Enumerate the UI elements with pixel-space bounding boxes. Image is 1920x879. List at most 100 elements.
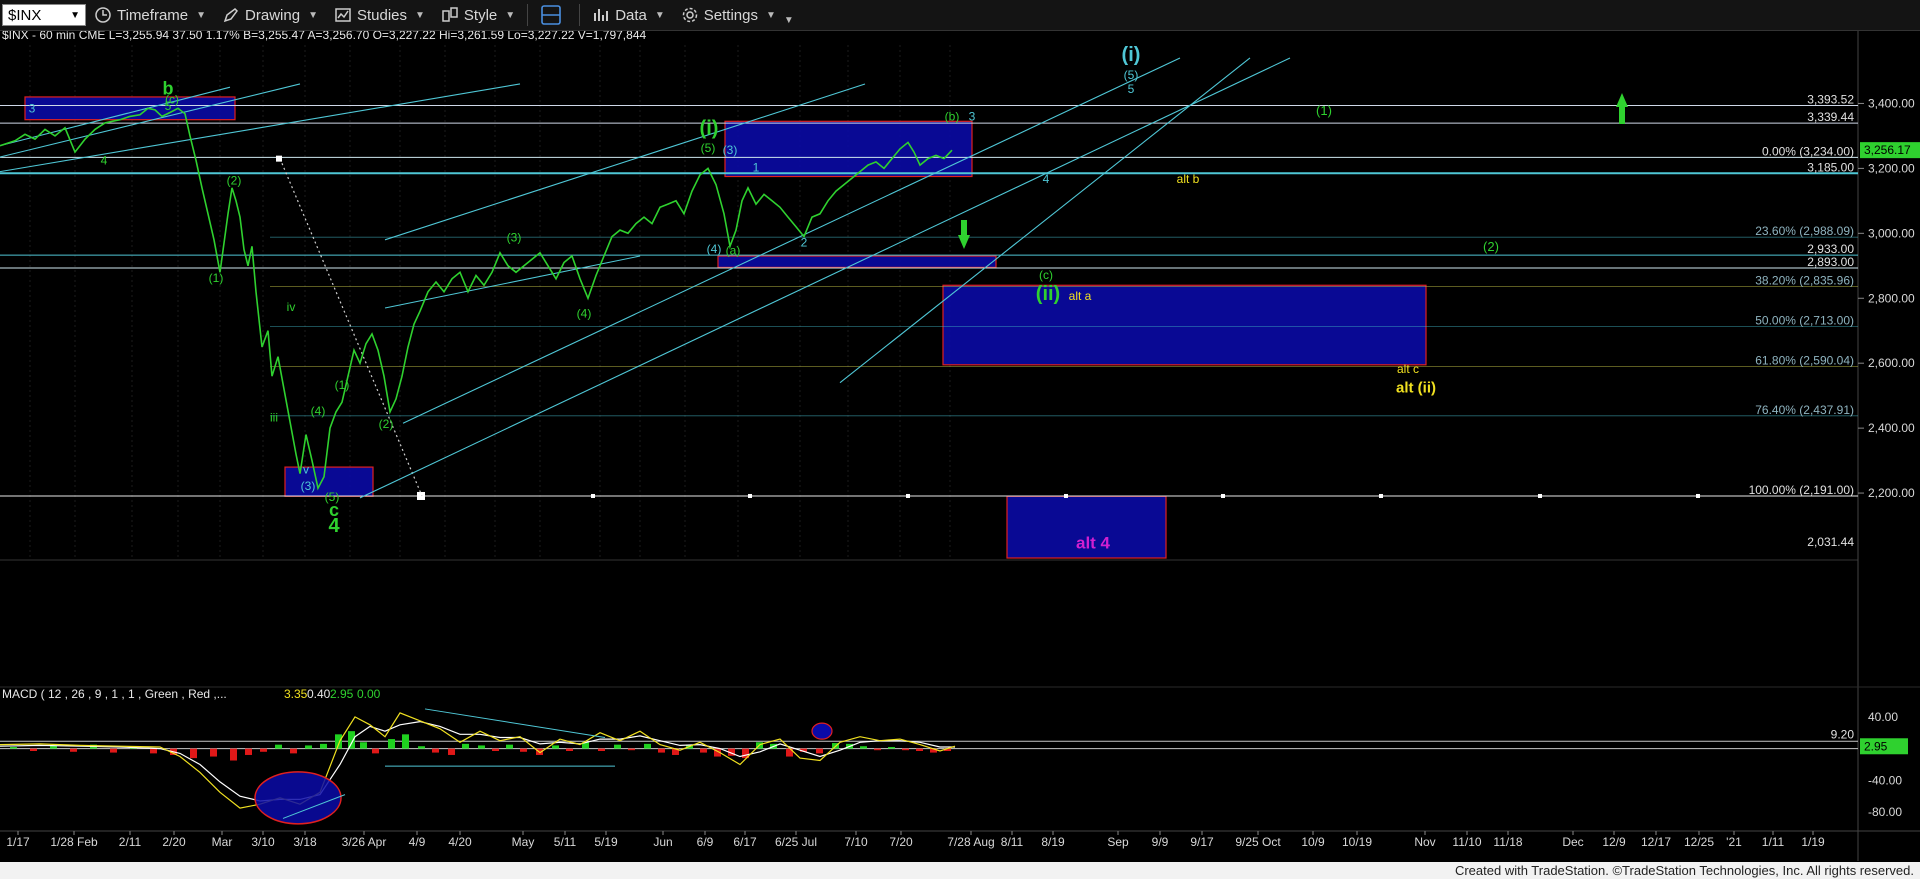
macd-hist-bar (432, 748, 439, 753)
x-tick-label: 12/25 (1684, 835, 1714, 849)
x-tick-label: 12/17 (1641, 835, 1671, 849)
wave-label: (2) (379, 417, 394, 431)
x-tick-label: 11/10 (1452, 835, 1481, 849)
wave-label: v (303, 463, 309, 477)
x-tick-label: 9/17 (1190, 835, 1214, 849)
macd-header: MACD ( 12 , 26 , 9 , 1 , 1 , Green , Red… (2, 687, 227, 701)
macd-hist-bar (700, 748, 707, 753)
timeframe-menu[interactable]: Timeframe ▼ (86, 1, 214, 29)
x-tick-label: 5/11 (554, 835, 577, 849)
level-label: 38.20% (2,835.96) (1755, 274, 1854, 288)
wave-label: alt (ii) (1396, 379, 1436, 396)
x-tick-label: 12/9 (1602, 835, 1626, 849)
x-tick-label: 11/18 (1493, 835, 1522, 849)
macd-hist-bar (888, 747, 895, 749)
caret-icon: ▼ (196, 9, 207, 21)
wave-label: alt 4 (1076, 533, 1111, 552)
settings-label: Settings (703, 6, 758, 24)
studies-label: Studies (356, 6, 408, 24)
level-label: 50.00% (2,713.00) (1755, 314, 1854, 328)
x-tick-label: 3/18 (293, 835, 317, 849)
x-tick-label: Sep (1107, 835, 1129, 849)
macd-hist-bar (916, 748, 923, 751)
level-dot (591, 493, 595, 498)
macd-hist-bar (230, 748, 237, 761)
macd-hist-bar (628, 748, 635, 751)
wave-label: (3) (723, 143, 738, 157)
x-tick-label: 1/11 (1762, 835, 1785, 849)
wave-label: 3 (29, 102, 36, 116)
wave-label: (5) (701, 141, 716, 155)
price-header: $INX - 60 min CME L=3,255.94 37.50 1.17%… (2, 31, 646, 42)
axis-tick-label: 3,000.00 (1868, 226, 1915, 240)
macd-hist-bar (320, 743, 327, 749)
level-dot (1221, 493, 1225, 498)
x-tick-label: 6/17 (733, 835, 757, 849)
macd-hist-bar (360, 742, 367, 749)
macd-hist-bar (598, 748, 605, 751)
level-dot (1064, 493, 1068, 498)
macd-value-1: 3.35 (284, 687, 308, 701)
wave-label: (1) (1316, 103, 1332, 118)
wave-label: (4) (577, 307, 592, 321)
trendline-anchor (276, 155, 282, 162)
macd-value-2: 0.40 (307, 687, 331, 701)
x-tick-label: 1/17 (6, 835, 30, 849)
level-label: 0.00% (3,234.00) (1762, 144, 1854, 158)
drawing-label: Drawing (245, 6, 301, 24)
wave-label: (i) (1122, 44, 1141, 66)
more-caret-icon[interactable]: ▼ (784, 15, 794, 26)
layout-icon (541, 5, 561, 25)
chart-area: 3,393.52 3,339.44 0.00% (3,234.00) 3,185.00… (0, 31, 1920, 861)
x-tick-label: 7/28 Aug (947, 835, 994, 849)
symbol-input[interactable]: $INX ▼ (2, 4, 86, 26)
macd-value-3: 2.95 (330, 687, 354, 701)
level-label: 3,185.00 (1807, 160, 1854, 174)
x-tick-label: 5/19 (594, 835, 618, 849)
toolbar-divider (527, 4, 529, 26)
x-tick-label: Mar (212, 835, 233, 849)
target-box (724, 120, 973, 178)
footer: Created with TradeStation. ©TradeStation… (0, 862, 1920, 879)
level-label: 2,031.44 (1807, 535, 1854, 549)
macd-hist-bar (614, 744, 621, 749)
x-tick-label: 10/9 (1301, 835, 1325, 849)
data-menu[interactable]: Data ▼ (584, 1, 673, 29)
wave-label: (ii) (1036, 283, 1060, 305)
wave-label: (i) (700, 117, 719, 139)
x-tick-label: 8/11 (1001, 835, 1024, 849)
wave-label: 1 (753, 161, 760, 175)
layout-button[interactable] (532, 1, 575, 29)
wave-label: (2) (227, 174, 242, 188)
macd-hist-bar (10, 747, 17, 749)
macd-hist-bar (552, 745, 559, 749)
level-dot (1696, 493, 1700, 498)
x-tick-label: 4/20 (448, 835, 472, 849)
x-tick-label: 8/19 (1041, 835, 1065, 849)
macd-level-label: 9.20 (1831, 727, 1855, 741)
macd-hist-bar (462, 743, 469, 749)
wave-label: iii (270, 411, 278, 425)
macd-hist-bar (644, 743, 651, 749)
clock-icon (95, 7, 111, 23)
wave-label: 3 (969, 109, 976, 123)
x-tick-label: 6/9 (697, 835, 714, 849)
style-menu[interactable]: Style ▼ (433, 1, 523, 29)
chevron-down-icon: ▼ (70, 9, 80, 21)
studies-icon (335, 8, 351, 22)
divergence-ellipse (811, 722, 833, 740)
axis-tick-label: 2,200.00 (1868, 486, 1915, 500)
studies-menu[interactable]: Studies ▼ (326, 1, 433, 29)
level-label: 76.40% (2,437.91) (1755, 403, 1854, 417)
x-tick-label: 9/9 (1152, 835, 1169, 849)
data-label: Data (615, 6, 647, 24)
drawing-menu[interactable]: Drawing ▼ (214, 1, 326, 29)
macd-hist-bar (418, 746, 425, 749)
wave-label: (3) (301, 479, 316, 493)
macd-tick-label: 40.00 (1868, 710, 1898, 724)
wave-label: (5) (1124, 68, 1139, 82)
caret-icon: ▼ (654, 9, 665, 21)
macd-hist-bar (210, 748, 217, 757)
settings-menu[interactable]: Settings ▼ (673, 1, 784, 29)
symbol-text: $INX (8, 6, 42, 24)
